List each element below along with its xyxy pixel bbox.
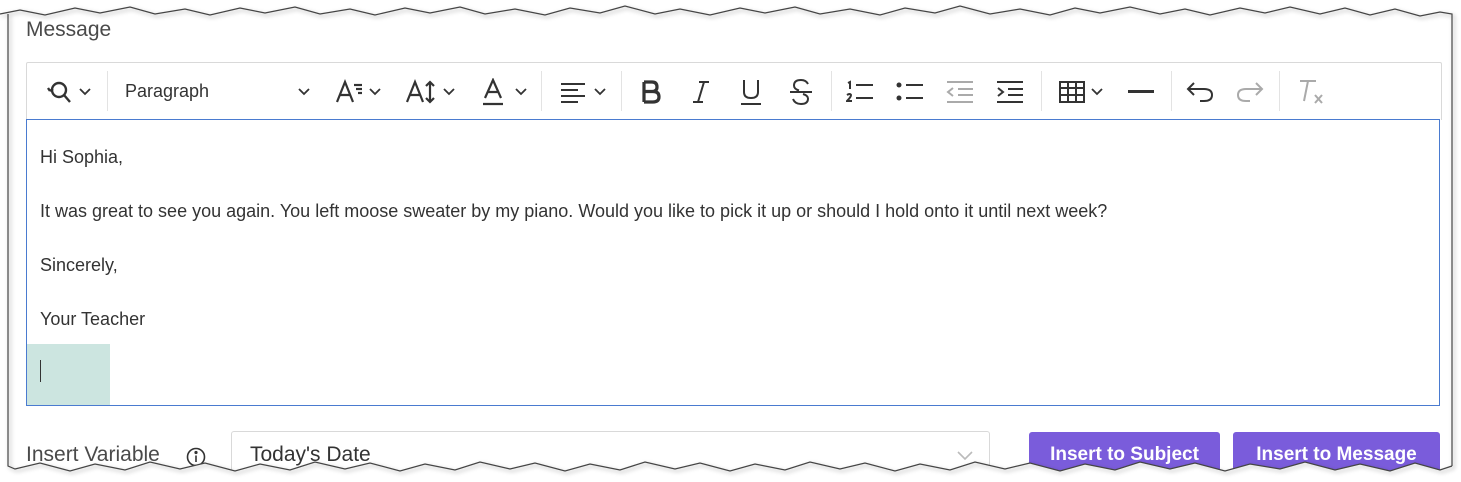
numbered-list-button[interactable] (839, 63, 881, 120)
indent-button[interactable] (989, 63, 1031, 120)
horizontal-line-icon (1128, 89, 1154, 93)
chevron-down-icon (298, 87, 310, 95)
editor-toolbar: Paragraph (26, 62, 1442, 120)
chevron-down-icon (957, 451, 973, 461)
underline-button[interactable] (731, 63, 771, 120)
chevron-down-icon (594, 87, 606, 95)
editor-line-signature: Your Teacher (40, 309, 146, 329)
redo-button[interactable] (1229, 63, 1271, 120)
font-family-icon (335, 78, 362, 102)
editor-line-greeting: Hi Sophia, (40, 147, 124, 167)
horizontal-line-button[interactable] (1121, 63, 1161, 120)
message-editor-panel: Message Paragraph Hi Sophia, It was grea… (0, 0, 1461, 482)
info-icon[interactable] (186, 447, 206, 467)
chevron-down-icon (369, 87, 381, 95)
outdent-button[interactable] (939, 63, 981, 120)
redo-icon (1236, 81, 1264, 102)
find-replace-icon (47, 81, 71, 103)
bold-button[interactable] (631, 63, 671, 120)
cursor-highlight (27, 344, 110, 405)
insert-variable-label: Insert Variable (26, 443, 160, 466)
align-left-icon (561, 82, 585, 103)
font-size-icon (405, 78, 435, 104)
insert-to-message-button[interactable]: Insert to Message (1233, 432, 1440, 478)
bold-icon (642, 79, 661, 104)
editor-line-body: It was great to see you again. You left … (40, 201, 1108, 221)
underline-icon (741, 79, 761, 105)
insert-to-subject-button[interactable]: Insert to Subject (1029, 432, 1220, 478)
font-size-dropdown[interactable] (401, 63, 459, 120)
undo-icon (1186, 81, 1214, 102)
italic-button[interactable] (681, 63, 721, 120)
message-label: Message (26, 18, 112, 41)
font-color-icon (483, 77, 503, 105)
clear-formatting-icon (1300, 79, 1323, 104)
italic-icon (693, 80, 709, 103)
paragraph-format-select[interactable]: Paragraph (125, 63, 310, 120)
strikethrough-icon (790, 78, 812, 105)
outdent-icon (946, 80, 973, 103)
strikethrough-button[interactable] (781, 63, 821, 120)
chevron-down-icon (1091, 87, 1103, 95)
text-caret (40, 360, 41, 382)
font-color-dropdown[interactable] (475, 63, 533, 120)
bulleted-list-button[interactable] (889, 63, 931, 120)
clear-formatting-button[interactable] (1289, 63, 1331, 120)
table-icon (1059, 80, 1085, 103)
chevron-down-icon (515, 87, 527, 95)
editor-line-closing: Sincerely, (40, 255, 118, 275)
undo-button[interactable] (1179, 63, 1221, 120)
insert-table-dropdown[interactable] (1051, 63, 1111, 120)
bulleted-list-icon (896, 82, 923, 100)
insert-variable-select[interactable]: Today's Date (231, 431, 990, 481)
indent-icon (997, 80, 1023, 103)
numbered-list-icon (846, 79, 873, 102)
chevron-down-icon (443, 87, 455, 95)
message-body-editor[interactable]: Hi Sophia, It was great to see you again… (26, 119, 1440, 406)
find-replace-dropdown[interactable] (37, 63, 99, 120)
insert-variable-selected: Today's Date (250, 443, 371, 466)
alignment-dropdown[interactable] (553, 63, 613, 120)
font-family-dropdown[interactable] (329, 63, 387, 120)
paragraph-format-label: Paragraph (125, 81, 210, 101)
chevron-down-icon (79, 87, 91, 95)
